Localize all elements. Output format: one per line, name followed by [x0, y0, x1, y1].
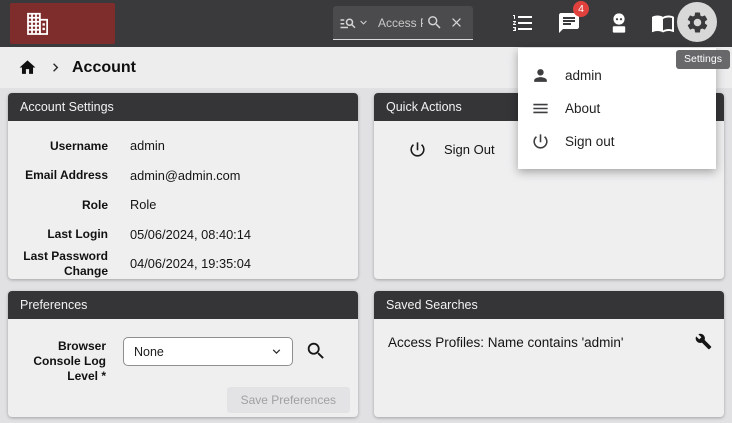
log-level-label: Browser Console Log Level * — [16, 339, 106, 384]
documentation-button[interactable] — [651, 11, 675, 35]
search-input[interactable]: Access P — [370, 16, 423, 30]
account-row-email: Email Address admin@admin.com — [16, 161, 348, 191]
sign-out-action[interactable]: Sign Out — [408, 140, 495, 159]
numbered-list-button[interactable] — [511, 11, 535, 35]
panel-preferences: Preferences Browser Console Log Level * … — [8, 291, 358, 417]
chevron-right-icon — [47, 59, 64, 76]
building-icon — [23, 9, 53, 39]
close-icon — [449, 15, 464, 30]
global-search-field: Access P — [333, 6, 473, 40]
page-title: Account — [72, 59, 136, 77]
log-level-lookup-button[interactable] — [305, 340, 327, 362]
numbered-list-icon — [511, 11, 535, 35]
field-label: Last Login — [16, 227, 108, 241]
panel-saved-searches-header: Saved Searches — [374, 291, 724, 319]
field-value: Role — [130, 197, 156, 212]
menu-lines-icon — [531, 99, 550, 118]
panel-preferences-header: Preferences — [8, 291, 358, 319]
field-label: Username — [16, 139, 108, 153]
app-screen: Access P 4 — [0, 0, 732, 423]
field-value: 04/06/2024, 19:35:04 — [130, 256, 251, 271]
field-value: 05/06/2024, 08:40:14 — [130, 227, 251, 242]
panel-saved-searches: Saved Searches Access Profiles: Name con… — [374, 291, 724, 417]
search-clear-button[interactable] — [445, 9, 467, 37]
book-icon — [651, 11, 675, 35]
sign-out-label: Sign Out — [444, 142, 495, 157]
chevron-down-icon — [357, 16, 370, 29]
saved-search-item[interactable]: Access Profiles: Name contains 'admin' — [388, 333, 624, 350]
saved-searches-body: Access Profiles: Name contains 'admin' — [374, 319, 724, 350]
field-value: admin@admin.com — [130, 168, 240, 183]
wrench-icon[interactable] — [695, 333, 712, 350]
panel-account-settings-header: Account Settings — [8, 93, 358, 121]
field-value: admin — [130, 138, 165, 153]
account-row-last-login: Last Login 05/06/2024, 08:40:14 — [16, 220, 348, 250]
chevron-down-icon — [269, 344, 284, 359]
person-icon — [531, 66, 550, 85]
search-icon — [426, 14, 443, 31]
assistant-button[interactable] — [607, 11, 631, 35]
field-label: Last Password Change — [16, 249, 108, 278]
field-label: Email Address — [16, 168, 108, 182]
app-logo[interactable] — [10, 3, 115, 44]
field-label: Role — [16, 198, 108, 212]
account-row-role: Role Role — [16, 190, 348, 220]
settings-tooltip: Settings — [676, 50, 730, 69]
top-bar: Access P 4 — [0, 0, 732, 47]
notification-count-badge: 4 — [573, 1, 589, 17]
menu-item-about[interactable]: About — [518, 92, 716, 125]
power-icon — [408, 140, 427, 159]
home-icon[interactable] — [18, 58, 37, 77]
log-level-select[interactable]: None — [123, 337, 293, 366]
search-submit-button[interactable] — [423, 9, 445, 37]
menu-item-label: About — [565, 101, 600, 116]
menu-item-label: admin — [565, 68, 602, 83]
panel-account-settings: Account Settings Username admin Email Ad… — [8, 93, 358, 279]
log-level-field-row: Browser Console Log Level * None — [16, 337, 358, 384]
search-scope-selector[interactable] — [339, 14, 370, 32]
account-row-username: Username admin — [16, 131, 348, 161]
menu-item-label: Sign out — [565, 134, 615, 149]
account-settings-body: Username admin Email Address admin@admin… — [8, 121, 358, 279]
power-icon — [531, 132, 550, 151]
menu-item-sign-out[interactable]: Sign out — [518, 125, 716, 158]
account-row-last-password-change: Last Password Change 04/06/2024, 19:35:0… — [16, 249, 348, 279]
preferences-body: Browser Console Log Level * None Save Pr… — [8, 319, 358, 417]
gear-icon — [685, 10, 710, 35]
robot-icon — [607, 11, 631, 35]
manage-search-icon — [339, 14, 357, 32]
log-level-selected-value: None — [134, 345, 164, 359]
settings-button[interactable] — [677, 2, 717, 42]
save-preferences-button[interactable]: Save Preferences — [227, 387, 350, 413]
